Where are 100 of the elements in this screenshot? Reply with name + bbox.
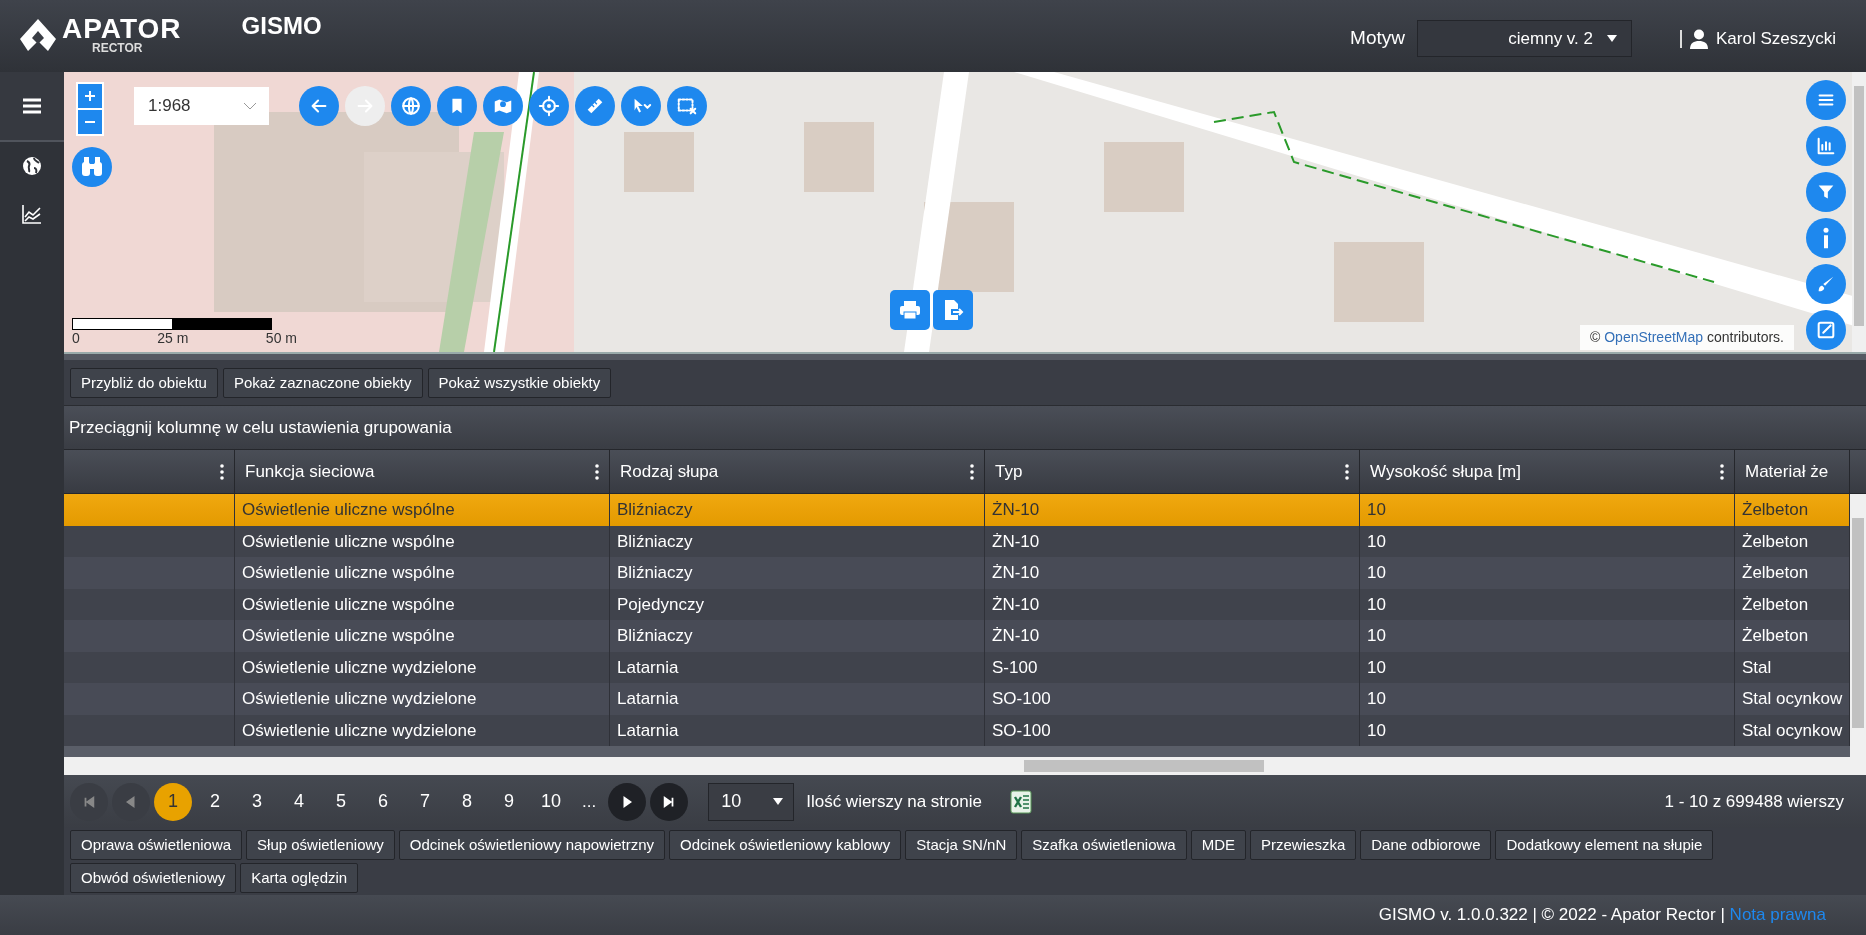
scrollbar-thumb[interactable] [1024, 760, 1264, 772]
table-cell: 10 [1360, 557, 1735, 589]
action-button[interactable]: Pokaż zaznaczone obiekty [222, 367, 423, 398]
page-button[interactable]: 5 [322, 782, 360, 821]
column-header[interactable]: Rodzaj słupa [610, 450, 985, 493]
kebab-icon [1345, 463, 1349, 480]
action-button[interactable]: Pokaż wszystkie obiekty [427, 367, 612, 398]
table-cell: 10 [1360, 620, 1735, 652]
grouping-hint: Przeciągnij kolumnę w celu ustawienia grupowania [69, 416, 452, 439]
app-title: GISMO [241, 11, 322, 41]
table-cell: ŻN-10 [985, 620, 1360, 652]
triangle-left-icon [124, 794, 138, 809]
scale-label: 50 m [265, 330, 297, 346]
table-cell: SO-100 [985, 714, 1360, 746]
page-button[interactable]: 6 [364, 782, 402, 821]
openstreetmap-link[interactable]: OpenStreetMap [1604, 329, 1704, 345]
page-size-dropdown[interactable]: 10 [708, 782, 795, 821]
column-header[interactable]: Typ [985, 450, 1360, 493]
excel-icon[interactable] [1009, 789, 1032, 814]
table-cell: Bliźniaczy [610, 620, 985, 652]
layer-button[interactable]: Szafka oświetleniowa [1021, 830, 1187, 860]
caret-icon [773, 798, 784, 805]
layer-button[interactable]: Obwód oświetleniowy [70, 863, 237, 893]
column-header[interactable]: Wysokość słupa [m] [1360, 450, 1735, 493]
page-size-label: Ilość wierszy na stronie [806, 790, 982, 813]
sidebar-item[interactable] [0, 72, 64, 142]
table-row[interactable]: Oświetlenie uliczne wspólne Pojedynczy ŻN-10 10 Żelbeton [64, 588, 1850, 620]
table-cell: Oświetlenie uliczne wspólne [235, 494, 610, 526]
chevron-down-icon [243, 102, 257, 110]
logo-subtext: RECTOR [92, 42, 144, 54]
scrollbar-thumb[interactable] [1854, 86, 1864, 326]
layer-button[interactable]: Oprawa oświetleniowa [70, 830, 243, 860]
globe-icon [20, 154, 44, 178]
table-cell: ŻN-10 [985, 557, 1360, 589]
column-header[interactable]: Funkcja sieciowa [235, 450, 610, 493]
table-cell: 10 [1360, 714, 1735, 746]
page-button[interactable]: 10 [532, 782, 570, 821]
export-icon [942, 299, 964, 321]
column-header[interactable]: Materiał że [1735, 450, 1850, 493]
page-button[interactable]: 1 [154, 782, 192, 821]
vertical-scrollbar[interactable] [1850, 494, 1866, 757]
table-row[interactable]: Oświetlenie uliczne wydzielone Latarnia SO-100 10 Stal ocynkow [64, 714, 1850, 746]
user-name[interactable]: Karol Szeszycki [1716, 25, 1836, 52]
table-row[interactable]: Oświetlenie uliczne wspólne Bliźniaczy ŻN-10 10 Żelbeton [64, 494, 1850, 526]
table-cell: Oświetlenie uliczne wspólne [235, 620, 610, 652]
layer-button[interactable]: Dane odbiorowe [1360, 830, 1492, 860]
zoom-in-button[interactable] [78, 84, 102, 108]
scale-dropdown[interactable]: 1:968 [134, 87, 269, 125]
vertical-scrollbar[interactable] [1852, 72, 1866, 352]
table-cell: ŻN-10 [985, 494, 1360, 526]
table-row[interactable]: Oświetlenie uliczne wydzielone Latarnia S-100 10 Stal [64, 651, 1850, 683]
info-icon [1823, 227, 1829, 249]
scrollbar-thumb[interactable] [1852, 518, 1864, 728]
target-icon [538, 95, 560, 117]
plus-icon [84, 90, 96, 102]
layer-button[interactable]: Dodatkowy element na słupie [1495, 830, 1714, 860]
theme-dropdown[interactable]: ciemny v. 2 [1417, 20, 1632, 57]
table-cell: Latarnia [610, 683, 985, 715]
layer-button[interactable]: Stacja SN/nN [905, 830, 1018, 860]
table-cell: Oświetlenie uliczne wydzielone [235, 683, 610, 715]
map-attribution: © OpenStreetMap contributors. [1580, 325, 1794, 350]
kebab-icon [220, 463, 224, 480]
last-page-button[interactable] [650, 782, 689, 821]
printer-icon [899, 300, 921, 320]
table-cell: Latarnia [610, 714, 985, 746]
layer-button[interactable]: Odcinek oświetleniowy napowietrzny [398, 830, 666, 860]
export-button[interactable] [933, 290, 973, 330]
table-row[interactable]: Oświetlenie uliczne wspólne Bliźniaczy ŻN-10 10 Żelbeton [64, 620, 1850, 652]
page-button[interactable]: 7 [406, 782, 444, 821]
table-row[interactable]: Oświetlenie uliczne wspólne Bliźniaczy ŻN-10 10 Żelbeton [64, 525, 1850, 557]
layer-button[interactable]: Przewieszka [1250, 830, 1357, 860]
page-button[interactable]: 4 [280, 782, 318, 821]
layer-button[interactable]: Karta oględzin [240, 863, 359, 893]
caret-icon [1607, 35, 1617, 42]
line-chart-icon [20, 202, 44, 226]
globe-icon [400, 95, 422, 117]
table-cell: SO-100 [985, 683, 1360, 715]
user-icon [1690, 28, 1708, 49]
layer-button[interactable]: MDE [1190, 830, 1247, 860]
table-row[interactable]: Oświetlenie uliczne wspólne Bliźniaczy ŻN-10 10 Żelbeton [64, 557, 1850, 589]
kebab-icon [595, 463, 599, 480]
table-row[interactable]: Oświetlenie uliczne wydzielone Latarnia SO-100 10 Stal ocynkow [64, 683, 1850, 715]
print-button[interactable] [890, 290, 930, 330]
edit-icon [1815, 319, 1837, 341]
action-button[interactable]: Przybliż do obiektu [70, 367, 218, 398]
scale-label: 0 [72, 330, 80, 346]
layer-button[interactable]: Słup oświetleniowy [246, 830, 395, 860]
layer-button[interactable]: Odcinek oświetleniowy kablowy [669, 830, 902, 860]
horizontal-scrollbar[interactable] [64, 757, 1866, 775]
page-button[interactable]: 8 [448, 782, 486, 821]
page-button[interactable]: 2 [196, 782, 234, 821]
splitter-bar[interactable] [64, 352, 1866, 360]
page-button[interactable]: 3 [238, 782, 276, 821]
next-page-button[interactable] [608, 782, 647, 821]
page-button[interactable]: 9 [490, 782, 528, 821]
bar-chart-icon [1815, 135, 1837, 157]
zoom-out-button[interactable] [78, 110, 102, 134]
table-cell: Oświetlenie uliczne wydzielone [235, 714, 610, 746]
table-cell: 10 [1360, 494, 1735, 526]
table-cell: Bliźniaczy [610, 494, 985, 526]
